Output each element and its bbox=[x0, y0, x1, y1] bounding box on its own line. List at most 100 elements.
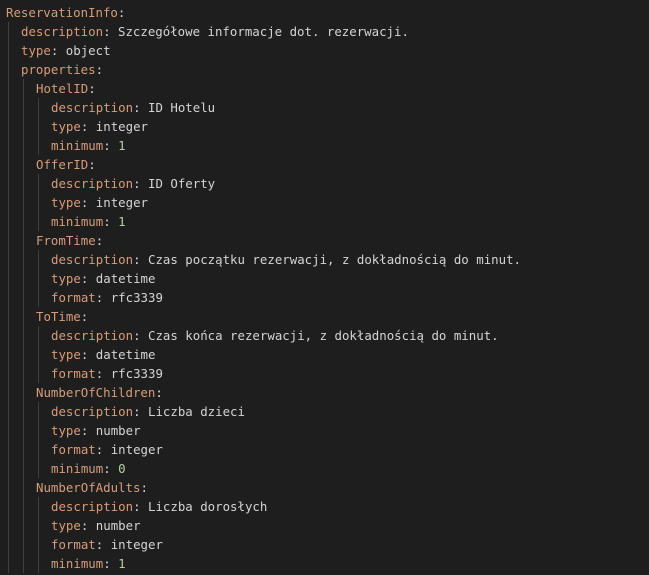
indent-guide bbox=[23, 98, 24, 117]
code-line[interactable]: description: Czas końca rezerwacji, z do… bbox=[0, 326, 649, 345]
indent-guide bbox=[23, 440, 24, 459]
yaml-key: minimum bbox=[51, 556, 104, 571]
yaml-value: datetime bbox=[95, 271, 156, 286]
yaml-key: OfferID bbox=[36, 157, 89, 172]
indent-guide bbox=[8, 307, 9, 326]
yaml-colon: : bbox=[95, 62, 104, 77]
indent-guide bbox=[8, 117, 9, 136]
code-line[interactable]: format: integer bbox=[0, 440, 649, 459]
yaml-colon: : bbox=[80, 195, 89, 210]
indent-guide bbox=[8, 212, 9, 231]
indent-guide bbox=[8, 288, 9, 307]
indent-guide bbox=[38, 326, 39, 345]
indent-guide bbox=[8, 41, 9, 60]
code-line[interactable]: description: ID Oferty bbox=[0, 174, 649, 193]
code-line[interactable]: description: Szczegółowe informacje dot.… bbox=[0, 22, 649, 41]
yaml-value: Szczegółowe informacje dot. rezerwacji. bbox=[118, 24, 409, 39]
code-line[interactable]: ToTime: bbox=[0, 307, 649, 326]
indent-guide bbox=[8, 22, 9, 41]
yaml-colon: : bbox=[80, 347, 89, 362]
yaml-key: NumberOfAdults bbox=[36, 480, 141, 495]
code-line[interactable]: description: Liczba dzieci bbox=[0, 402, 649, 421]
code-line[interactable]: description: Czas początku rezerwacji, z… bbox=[0, 250, 649, 269]
code-line[interactable]: minimum: 1 bbox=[0, 212, 649, 231]
yaml-key: description bbox=[51, 252, 134, 267]
indent-guide bbox=[8, 155, 9, 174]
yaml-colon: : bbox=[88, 81, 96, 96]
yaml-value: integer bbox=[95, 195, 148, 210]
code-line[interactable]: format: rfc3339 bbox=[0, 364, 649, 383]
code-line[interactable]: description: ID Hotelu bbox=[0, 98, 649, 117]
yaml-key: description bbox=[51, 100, 134, 115]
indent-guide bbox=[23, 212, 24, 231]
code-line[interactable]: type: number bbox=[0, 421, 649, 440]
yaml-value: ID Oferty bbox=[148, 176, 216, 191]
code-line[interactable]: OfferID: bbox=[0, 155, 649, 174]
indent-guide bbox=[8, 269, 9, 288]
yaml-value: datetime bbox=[95, 347, 156, 362]
indent-guide bbox=[38, 98, 39, 117]
code-line[interactable]: format: rfc3339 bbox=[0, 288, 649, 307]
indent-guide bbox=[8, 174, 9, 193]
indent-guide bbox=[8, 516, 9, 535]
yaml-key: HotelID bbox=[36, 81, 89, 96]
indent-guide bbox=[23, 79, 24, 98]
code-line[interactable]: type: datetime bbox=[0, 345, 649, 364]
yaml-colon: : bbox=[103, 214, 111, 229]
yaml-colon: : bbox=[155, 385, 163, 400]
indent-guide bbox=[8, 364, 9, 383]
yaml-key: format bbox=[51, 537, 96, 552]
code-line[interactable]: type: datetime bbox=[0, 269, 649, 288]
yaml-key: description bbox=[51, 404, 134, 419]
code-line[interactable]: description: Liczba dorosłych bbox=[0, 497, 649, 516]
indent-guide bbox=[23, 535, 24, 554]
code-line[interactable]: type: number bbox=[0, 516, 649, 535]
indent-guide bbox=[38, 554, 39, 573]
indent-guide bbox=[8, 250, 9, 269]
code-line[interactable]: ReservationInfo: bbox=[0, 3, 649, 22]
indent-guide bbox=[23, 269, 24, 288]
indent-guide bbox=[23, 345, 24, 364]
yaml-value: integer bbox=[95, 119, 148, 134]
code-line[interactable]: FromTime: bbox=[0, 231, 649, 250]
indent-guide bbox=[8, 383, 9, 402]
code-line[interactable]: NumberOfAdults: bbox=[0, 478, 649, 497]
code-editor[interactable]: ReservationInfo: description: Szczegółowe… bbox=[0, 0, 649, 575]
yaml-key: format bbox=[51, 290, 96, 305]
yaml-key: format bbox=[51, 366, 96, 381]
code-line[interactable]: format: integer bbox=[0, 535, 649, 554]
yaml-key: type bbox=[51, 119, 81, 134]
code-line[interactable]: minimum: 0 bbox=[0, 459, 649, 478]
indent-guide bbox=[38, 421, 39, 440]
code-line[interactable]: type: integer bbox=[0, 117, 649, 136]
yaml-value: integer bbox=[110, 537, 163, 552]
yaml-key: description bbox=[51, 499, 134, 514]
indent-guide bbox=[8, 136, 9, 155]
indent-guide bbox=[38, 459, 39, 478]
indent-guide bbox=[8, 478, 9, 497]
code-line[interactable]: NumberOfChildren: bbox=[0, 383, 649, 402]
code-line[interactable]: HotelID: bbox=[0, 79, 649, 98]
indent-guide bbox=[8, 79, 9, 98]
yaml-key: properties bbox=[21, 62, 96, 77]
yaml-value: number bbox=[95, 423, 141, 438]
yaml-number-value: 1 bbox=[118, 556, 126, 571]
code-line[interactable]: type: integer bbox=[0, 193, 649, 212]
indent-guide bbox=[38, 345, 39, 364]
indent-guide bbox=[23, 478, 24, 497]
indent-guide bbox=[8, 60, 9, 79]
yaml-colon: : bbox=[133, 499, 141, 514]
indent-guide bbox=[23, 383, 24, 402]
yaml-value: rfc3339 bbox=[110, 290, 163, 305]
yaml-key: minimum bbox=[51, 138, 104, 153]
code-line[interactable]: properties: bbox=[0, 60, 649, 79]
yaml-key: ToTime bbox=[36, 309, 81, 324]
code-line[interactable]: minimum: 1 bbox=[0, 136, 649, 155]
code-line[interactable]: minimum: 1 bbox=[0, 554, 649, 573]
code-line[interactable]: type: object bbox=[0, 41, 649, 60]
yaml-key: format bbox=[51, 442, 96, 457]
yaml-colon: : bbox=[95, 290, 104, 305]
indent-guide bbox=[38, 497, 39, 516]
indent-guide bbox=[8, 459, 9, 478]
yaml-number-value: 1 bbox=[118, 214, 126, 229]
